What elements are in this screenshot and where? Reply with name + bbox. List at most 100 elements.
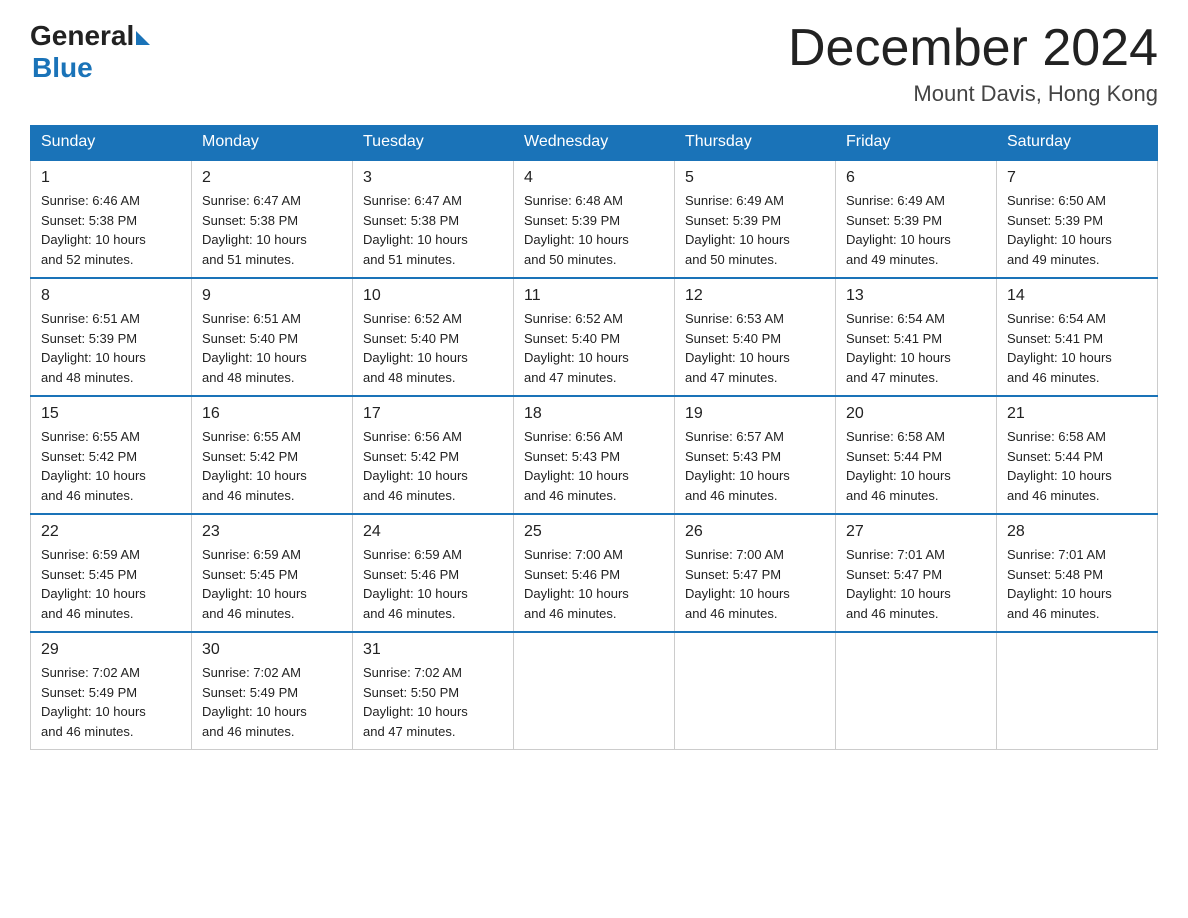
day-info: Sunrise: 6:56 AMSunset: 5:43 PMDaylight:… <box>524 427 664 505</box>
table-row <box>836 632 997 750</box>
calendar-header-row: Sunday Monday Tuesday Wednesday Thursday… <box>31 125 1158 160</box>
table-row: 7 Sunrise: 6:50 AMSunset: 5:39 PMDayligh… <box>997 160 1158 278</box>
logo-triangle-icon <box>136 31 150 45</box>
calendar-table: Sunday Monday Tuesday Wednesday Thursday… <box>30 125 1158 750</box>
logo-text-general: General <box>30 20 134 52</box>
day-number: 13 <box>846 287 986 305</box>
calendar-week-row: 1 Sunrise: 6:46 AMSunset: 5:38 PMDayligh… <box>31 160 1158 278</box>
table-row <box>675 632 836 750</box>
day-info: Sunrise: 6:49 AMSunset: 5:39 PMDaylight:… <box>846 191 986 269</box>
table-row: 27 Sunrise: 7:01 AMSunset: 5:47 PMDaylig… <box>836 514 997 632</box>
table-row: 13 Sunrise: 6:54 AMSunset: 5:41 PMDaylig… <box>836 278 997 396</box>
day-number: 29 <box>41 641 181 659</box>
calendar-week-row: 29 Sunrise: 7:02 AMSunset: 5:49 PMDaylig… <box>31 632 1158 750</box>
day-info: Sunrise: 6:50 AMSunset: 5:39 PMDaylight:… <box>1007 191 1147 269</box>
day-info: Sunrise: 6:52 AMSunset: 5:40 PMDaylight:… <box>363 309 503 387</box>
table-row: 9 Sunrise: 6:51 AMSunset: 5:40 PMDayligh… <box>192 278 353 396</box>
table-row: 31 Sunrise: 7:02 AMSunset: 5:50 PMDaylig… <box>353 632 514 750</box>
day-number: 14 <box>1007 287 1147 305</box>
day-info: Sunrise: 7:02 AMSunset: 5:49 PMDaylight:… <box>202 663 342 741</box>
day-info: Sunrise: 7:00 AMSunset: 5:46 PMDaylight:… <box>524 545 664 623</box>
table-row: 23 Sunrise: 6:59 AMSunset: 5:45 PMDaylig… <box>192 514 353 632</box>
table-row: 22 Sunrise: 6:59 AMSunset: 5:45 PMDaylig… <box>31 514 192 632</box>
day-info: Sunrise: 6:49 AMSunset: 5:39 PMDaylight:… <box>685 191 825 269</box>
day-number: 23 <box>202 523 342 541</box>
table-row: 18 Sunrise: 6:56 AMSunset: 5:43 PMDaylig… <box>514 396 675 514</box>
table-row: 2 Sunrise: 6:47 AMSunset: 5:38 PMDayligh… <box>192 160 353 278</box>
table-row: 14 Sunrise: 6:54 AMSunset: 5:41 PMDaylig… <box>997 278 1158 396</box>
title-block: December 2024 Mount Davis, Hong Kong <box>788 20 1158 107</box>
table-row <box>514 632 675 750</box>
page-header: General Blue December 2024 Mount Davis, … <box>30 20 1158 107</box>
calendar-week-row: 15 Sunrise: 6:55 AMSunset: 5:42 PMDaylig… <box>31 396 1158 514</box>
table-row: 11 Sunrise: 6:52 AMSunset: 5:40 PMDaylig… <box>514 278 675 396</box>
day-info: Sunrise: 6:51 AMSunset: 5:39 PMDaylight:… <box>41 309 181 387</box>
col-thursday: Thursday <box>675 125 836 160</box>
table-row: 29 Sunrise: 7:02 AMSunset: 5:49 PMDaylig… <box>31 632 192 750</box>
day-number: 11 <box>524 287 664 305</box>
day-number: 30 <box>202 641 342 659</box>
day-info: Sunrise: 6:58 AMSunset: 5:44 PMDaylight:… <box>1007 427 1147 505</box>
day-info: Sunrise: 6:47 AMSunset: 5:38 PMDaylight:… <box>202 191 342 269</box>
day-number: 15 <box>41 405 181 423</box>
day-info: Sunrise: 6:59 AMSunset: 5:45 PMDaylight:… <box>41 545 181 623</box>
day-number: 17 <box>363 405 503 423</box>
day-info: Sunrise: 6:59 AMSunset: 5:46 PMDaylight:… <box>363 545 503 623</box>
day-number: 4 <box>524 169 664 187</box>
day-info: Sunrise: 7:02 AMSunset: 5:49 PMDaylight:… <box>41 663 181 741</box>
table-row: 3 Sunrise: 6:47 AMSunset: 5:38 PMDayligh… <box>353 160 514 278</box>
day-info: Sunrise: 6:46 AMSunset: 5:38 PMDaylight:… <box>41 191 181 269</box>
day-info: Sunrise: 6:48 AMSunset: 5:39 PMDaylight:… <box>524 191 664 269</box>
day-info: Sunrise: 7:02 AMSunset: 5:50 PMDaylight:… <box>363 663 503 741</box>
calendar-week-row: 22 Sunrise: 6:59 AMSunset: 5:45 PMDaylig… <box>31 514 1158 632</box>
table-row <box>997 632 1158 750</box>
table-row: 19 Sunrise: 6:57 AMSunset: 5:43 PMDaylig… <box>675 396 836 514</box>
day-number: 1 <box>41 169 181 187</box>
day-number: 20 <box>846 405 986 423</box>
day-number: 7 <box>1007 169 1147 187</box>
table-row: 10 Sunrise: 6:52 AMSunset: 5:40 PMDaylig… <box>353 278 514 396</box>
day-info: Sunrise: 7:01 AMSunset: 5:48 PMDaylight:… <box>1007 545 1147 623</box>
col-tuesday: Tuesday <box>353 125 514 160</box>
day-number: 18 <box>524 405 664 423</box>
day-info: Sunrise: 6:56 AMSunset: 5:42 PMDaylight:… <box>363 427 503 505</box>
day-number: 6 <box>846 169 986 187</box>
day-number: 25 <box>524 523 664 541</box>
day-number: 26 <box>685 523 825 541</box>
logo-text-blue: Blue <box>32 52 93 84</box>
table-row: 26 Sunrise: 7:00 AMSunset: 5:47 PMDaylig… <box>675 514 836 632</box>
day-number: 3 <box>363 169 503 187</box>
table-row: 4 Sunrise: 6:48 AMSunset: 5:39 PMDayligh… <box>514 160 675 278</box>
day-info: Sunrise: 6:58 AMSunset: 5:44 PMDaylight:… <box>846 427 986 505</box>
location-subtitle: Mount Davis, Hong Kong <box>788 81 1158 107</box>
table-row: 28 Sunrise: 7:01 AMSunset: 5:48 PMDaylig… <box>997 514 1158 632</box>
table-row: 8 Sunrise: 6:51 AMSunset: 5:39 PMDayligh… <box>31 278 192 396</box>
col-wednesday: Wednesday <box>514 125 675 160</box>
day-number: 12 <box>685 287 825 305</box>
col-saturday: Saturday <box>997 125 1158 160</box>
day-number: 2 <box>202 169 342 187</box>
table-row: 20 Sunrise: 6:58 AMSunset: 5:44 PMDaylig… <box>836 396 997 514</box>
day-info: Sunrise: 6:47 AMSunset: 5:38 PMDaylight:… <box>363 191 503 269</box>
day-info: Sunrise: 7:00 AMSunset: 5:47 PMDaylight:… <box>685 545 825 623</box>
day-info: Sunrise: 6:54 AMSunset: 5:41 PMDaylight:… <box>1007 309 1147 387</box>
day-number: 9 <box>202 287 342 305</box>
day-info: Sunrise: 6:57 AMSunset: 5:43 PMDaylight:… <box>685 427 825 505</box>
table-row: 21 Sunrise: 6:58 AMSunset: 5:44 PMDaylig… <box>997 396 1158 514</box>
table-row: 24 Sunrise: 6:59 AMSunset: 5:46 PMDaylig… <box>353 514 514 632</box>
col-sunday: Sunday <box>31 125 192 160</box>
day-number: 5 <box>685 169 825 187</box>
day-info: Sunrise: 6:51 AMSunset: 5:40 PMDaylight:… <box>202 309 342 387</box>
day-number: 21 <box>1007 405 1147 423</box>
day-number: 28 <box>1007 523 1147 541</box>
day-number: 31 <box>363 641 503 659</box>
month-year-title: December 2024 <box>788 20 1158 77</box>
day-number: 16 <box>202 405 342 423</box>
day-number: 10 <box>363 287 503 305</box>
table-row: 25 Sunrise: 7:00 AMSunset: 5:46 PMDaylig… <box>514 514 675 632</box>
day-number: 27 <box>846 523 986 541</box>
day-info: Sunrise: 7:01 AMSunset: 5:47 PMDaylight:… <box>846 545 986 623</box>
day-number: 8 <box>41 287 181 305</box>
table-row: 15 Sunrise: 6:55 AMSunset: 5:42 PMDaylig… <box>31 396 192 514</box>
table-row: 30 Sunrise: 7:02 AMSunset: 5:49 PMDaylig… <box>192 632 353 750</box>
